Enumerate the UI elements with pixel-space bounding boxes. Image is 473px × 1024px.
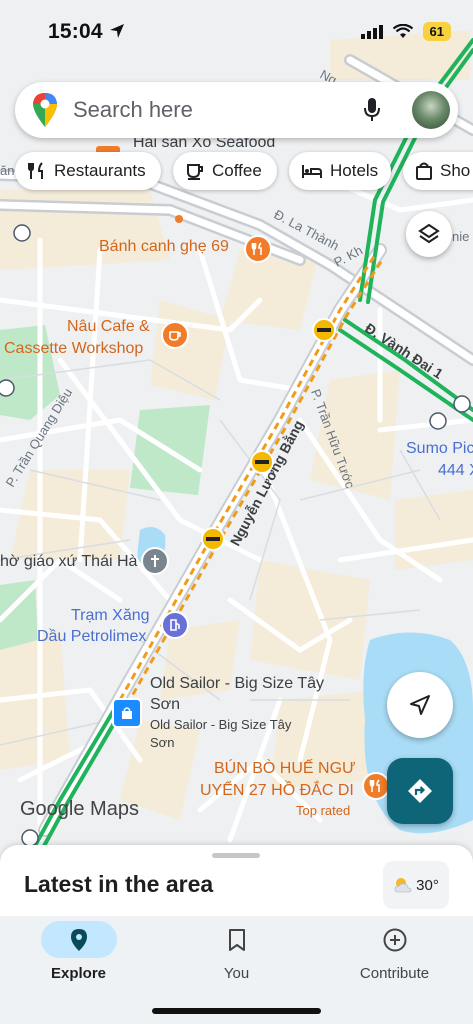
cellular-signal-icon bbox=[360, 24, 383, 39]
layers-button[interactable] bbox=[406, 211, 452, 257]
cafe-marker-icon[interactable] bbox=[161, 321, 189, 349]
fork-knife-icon bbox=[28, 162, 43, 179]
chip-shopping[interactable]: Sho bbox=[403, 152, 473, 190]
temperature: 30° bbox=[416, 876, 439, 894]
gas-station-marker-icon[interactable] bbox=[161, 611, 189, 639]
battery-indicator: 61 bbox=[422, 22, 451, 41]
poi-sublabel-old-sailor-2: Sơn bbox=[150, 735, 175, 750]
bookmark-icon bbox=[229, 929, 245, 951]
nav-label: You bbox=[223, 965, 250, 982]
poi-label-nau-cafe-2[interactable]: Cassette Workshop bbox=[4, 338, 143, 359]
poi-label-giao-xu[interactable]: hờ giáo xứ Thái Hà bbox=[0, 551, 137, 572]
location-arrow-icon bbox=[109, 24, 124, 38]
street-label-an: ăn bbox=[0, 163, 15, 178]
poi-label-sumo-2[interactable]: 444 X bbox=[438, 460, 473, 481]
poi-label-bun-bo-2[interactable]: UYỂN 27 HỒ ĐẮC DI bbox=[200, 780, 354, 801]
nav-label: Explore bbox=[50, 965, 107, 982]
poi-label-bun-bo-1[interactable]: BÚN BÒ HUẾ NGƯ bbox=[214, 758, 356, 779]
status-icons: 61 bbox=[360, 22, 451, 41]
shopping-bag-marker-icon[interactable] bbox=[112, 698, 142, 728]
search-placeholder[interactable]: Search here bbox=[73, 97, 193, 123]
chip-label: Restaurants bbox=[54, 161, 146, 180]
google-maps-pin-icon bbox=[33, 93, 57, 127]
search-bar[interactable]: Search here bbox=[15, 82, 458, 138]
street-label-nie: nie bbox=[452, 229, 470, 244]
weather-chip[interactable]: 30° bbox=[383, 861, 449, 909]
poi-label-banh-canh[interactable]: Bánh canh ghẹ 69 bbox=[99, 236, 229, 257]
church-marker-icon[interactable] bbox=[141, 547, 169, 575]
bottom-sheet[interactable]: Latest in the area 30° bbox=[0, 845, 473, 925]
wifi-icon bbox=[392, 24, 413, 38]
partly-cloudy-icon bbox=[394, 878, 412, 893]
status-time: 15:04 bbox=[48, 20, 125, 44]
avatar[interactable] bbox=[412, 91, 450, 129]
google-maps-logo: Google Maps bbox=[20, 798, 139, 820]
my-location-button[interactable] bbox=[387, 672, 453, 738]
poi-label-old-sailor-1[interactable]: Old Sailor - Big Size Tây bbox=[150, 673, 324, 694]
poi-label-sumo-1[interactable]: Sumo Pic bbox=[406, 438, 473, 459]
chip-label: Coffee bbox=[212, 161, 262, 180]
chip-label: Sho bbox=[440, 161, 471, 180]
poi-tag-top-rated: Top rated bbox=[296, 803, 351, 818]
sheet-drag-handle[interactable] bbox=[212, 853, 260, 858]
poi-label-tram-xang-2[interactable]: Dầu Petrolimex bbox=[37, 626, 146, 647]
navigation-arrow-icon bbox=[410, 695, 430, 715]
poi-label-nau-cafe-1[interactable]: Nâu Cafe & bbox=[67, 316, 150, 337]
chip-label: Hotels bbox=[330, 161, 379, 180]
restaurant-marker-icon[interactable] bbox=[244, 235, 272, 263]
home-indicator bbox=[152, 1008, 321, 1014]
bottom-nav: Explore You Contribute bbox=[0, 916, 473, 1024]
poi-label-tram-xang-1[interactable]: Trạm Xăng bbox=[71, 605, 150, 626]
status-time-text: 15:04 bbox=[48, 20, 103, 43]
explore-pin-icon bbox=[71, 929, 87, 951]
add-circle-icon bbox=[383, 928, 407, 952]
directions-button[interactable] bbox=[387, 758, 453, 824]
layers-icon bbox=[418, 223, 440, 244]
chip-restaurants[interactable]: Restaurants bbox=[15, 152, 161, 190]
nav-label: Contribute bbox=[359, 965, 430, 982]
poi-label-old-sailor-2[interactable]: Sơn bbox=[150, 694, 180, 715]
maps-app: Hải sản Xô Seafood Đ. La Thành P. Kh nie… bbox=[0, 0, 473, 1024]
chip-hotels[interactable]: Hotels bbox=[289, 152, 391, 190]
bed-icon bbox=[302, 165, 322, 178]
chip-coffee[interactable]: Coffee bbox=[173, 152, 277, 190]
restaurant-marker-icon[interactable] bbox=[362, 772, 390, 800]
coffee-cup-icon bbox=[187, 164, 203, 180]
shopping-bag-icon bbox=[416, 162, 432, 180]
sheet-title: Latest in the area bbox=[24, 871, 214, 897]
directions-icon bbox=[408, 779, 432, 803]
microphone-icon[interactable] bbox=[363, 97, 381, 123]
